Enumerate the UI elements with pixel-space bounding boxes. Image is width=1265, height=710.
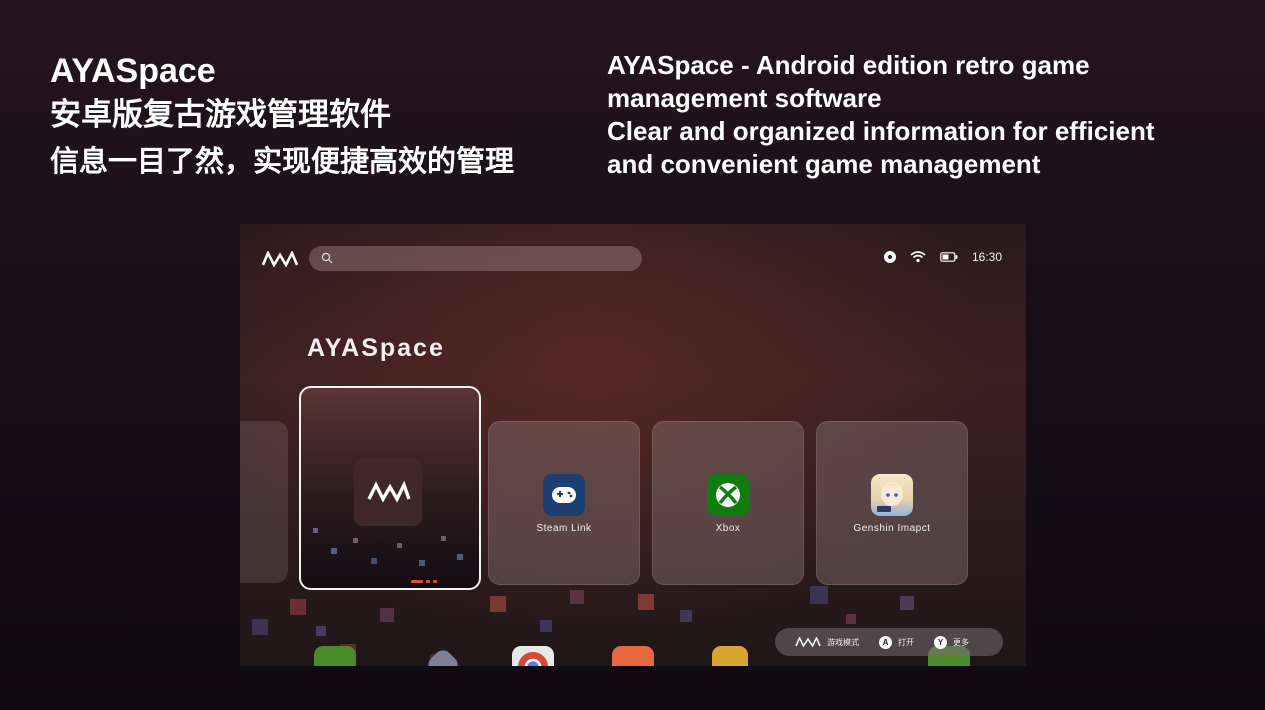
- status-bar: 16:30: [883, 250, 1002, 264]
- dock-app-icon[interactable]: [612, 646, 654, 666]
- app-screenshot: 16:30 AYASpace Steam Link Xbox Genshin I…: [240, 224, 1026, 666]
- headline-title: AYASpace: [50, 52, 216, 90]
- clock: 16:30: [971, 250, 1002, 264]
- xbox-icon: [707, 474, 749, 516]
- chrome-icon[interactable]: [512, 646, 554, 666]
- app-card-xbox[interactable]: Xbox: [652, 421, 804, 585]
- open-label: 打开: [898, 637, 914, 647]
- ayaspace-app-icon: [354, 458, 422, 526]
- decor-pixel: [316, 626, 326, 636]
- more-label: 更多: [953, 637, 969, 647]
- settings-icon[interactable]: [883, 251, 896, 263]
- app-card-steam-link[interactable]: Steam Link: [488, 421, 640, 585]
- headline-right: AYASpace - Android edition retro game ma…: [607, 49, 1247, 181]
- app-card-partial[interactable]: [240, 421, 288, 583]
- headline-right-line-2: management software: [607, 83, 882, 113]
- decor-pixel: [419, 560, 425, 566]
- decor-pixel: [900, 596, 914, 610]
- decor-pixel: [810, 586, 828, 604]
- section-title: AYASpace: [307, 334, 445, 362]
- decor-pixel: [290, 599, 306, 615]
- decor-pixel: [371, 558, 377, 564]
- decor-pixel: [397, 543, 402, 548]
- decor-pixel: [252, 619, 268, 635]
- decor-pixel: [540, 620, 552, 632]
- decor-pixel: [457, 554, 463, 560]
- steam-link-icon: [543, 474, 585, 516]
- game-mode-label: 游戏模式: [827, 637, 859, 647]
- aya-logo: [262, 251, 298, 267]
- aya-logo: [795, 637, 821, 647]
- decor-pixel: [846, 614, 856, 624]
- dock-app-icon[interactable]: [314, 646, 356, 666]
- decor-pixel: [441, 536, 446, 541]
- a-button-icon[interactable]: A: [879, 635, 892, 649]
- decor-pixel: [313, 528, 318, 533]
- decor-pixel: [353, 538, 358, 543]
- battery-icon: [940, 252, 958, 262]
- search-input[interactable]: [309, 246, 642, 271]
- decor-pixel: [331, 548, 337, 554]
- dock-app-icon[interactable]: [712, 646, 748, 666]
- headline-right-line-4: and convenient game management: [607, 149, 1041, 179]
- app-card-ayaspace-selected[interactable]: [299, 386, 481, 590]
- genshin-impact-icon: [871, 474, 913, 516]
- decor-pixel: [490, 596, 506, 612]
- page-indicator: [411, 580, 437, 583]
- app-card-label: Steam Link: [536, 523, 592, 534]
- app-card-label: Genshin Imapct: [853, 523, 931, 534]
- decor-pixel: [570, 590, 584, 604]
- decor-pixel: [638, 594, 654, 610]
- wifi-icon: [910, 251, 926, 263]
- decor-pixel: [380, 608, 394, 622]
- headline-right-line-3: Clear and organized information for effi…: [607, 116, 1155, 146]
- headline-right-line-1: AYASpace - Android edition retro game: [607, 50, 1090, 80]
- aya-logo: [367, 480, 411, 503]
- y-button-icon[interactable]: Y: [934, 635, 947, 649]
- app-card-label: Xbox: [715, 523, 741, 534]
- app-card-genshin-impact[interactable]: Genshin Imapct: [816, 421, 968, 585]
- decor-pixel: [680, 610, 692, 622]
- headline-tagline: 信息一目了然，实现便捷高效的管理: [50, 146, 515, 178]
- headline-subtitle: 安卓版复古游戏管理软件: [50, 97, 391, 132]
- headline-left: AYASpace 安卓版复古游戏管理软件 信息一目了然，实现便捷高效的管理: [50, 52, 514, 182]
- controller-hint-bar: 游戏模式 A 打开 Y 更多: [775, 628, 1003, 656]
- search-icon: [321, 252, 333, 264]
